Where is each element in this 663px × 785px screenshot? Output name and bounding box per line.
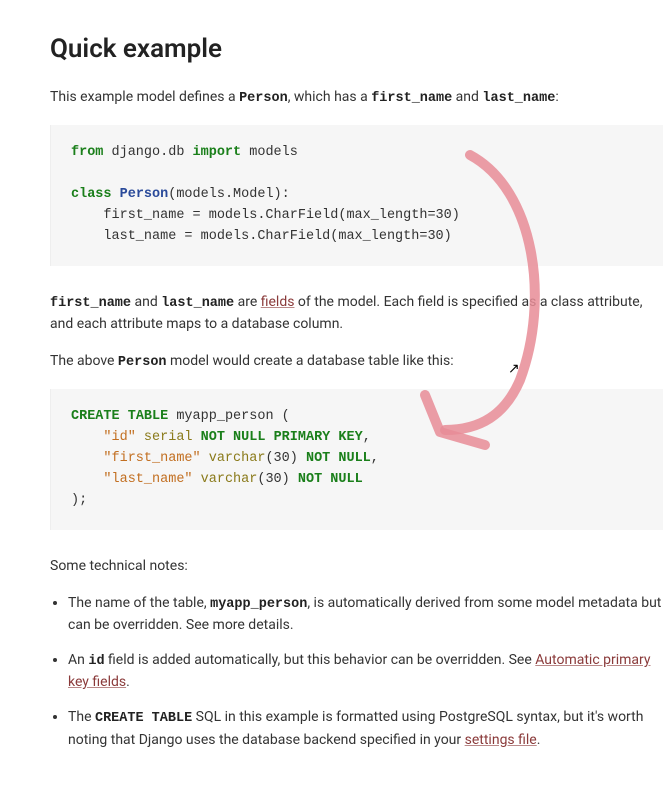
sql-code-block: CREATE TABLE myapp_person ( "id" serial … — [50, 389, 663, 530]
class-name: Person — [118, 355, 167, 370]
field-name: first_name — [50, 296, 131, 311]
python-code-block: from django.db import models class Perso… — [50, 125, 663, 266]
list-item: An id field is added automatically, but … — [68, 650, 663, 693]
intro-paragraph: This example model defines a Person, whi… — [50, 87, 663, 109]
fields-paragraph: first_name and last_name are fields of t… — [50, 292, 663, 335]
fields-link[interactable]: fields — [261, 294, 295, 310]
settings-file-link[interactable]: settings file — [465, 732, 537, 748]
section-heading: Quick example — [50, 30, 663, 69]
notes-intro: Some technical notes: — [50, 556, 663, 577]
notes-list: The name of the table, myapp_person, is … — [50, 593, 663, 751]
field-name: last_name — [482, 91, 555, 106]
field-name: first_name — [371, 91, 452, 106]
sql-keyword: CREATE TABLE — [95, 711, 192, 726]
table-name: myapp_person — [210, 597, 307, 612]
list-item: The CREATE TABLE SQL in this example is … — [68, 707, 663, 750]
table-paragraph: The above Person model would create a da… — [50, 351, 663, 373]
list-item: The name of the table, myapp_person, is … — [68, 593, 663, 636]
field-name: id — [88, 654, 104, 669]
class-name: Person — [239, 91, 288, 106]
field-name: last_name — [161, 296, 234, 311]
